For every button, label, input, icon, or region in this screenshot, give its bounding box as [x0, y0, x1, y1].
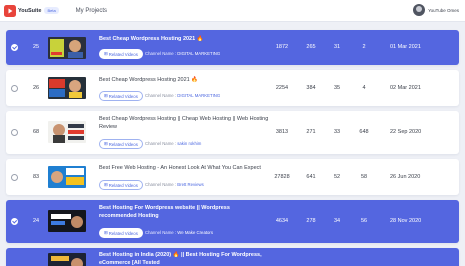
views-count: 3813 [275, 129, 289, 135]
video-title[interactable]: Best Cheap Wordpress Hosting || Cheap We… [99, 115, 269, 131]
video-thumbnail[interactable] [48, 253, 86, 266]
row-index: 26 [32, 85, 40, 91]
row-checkbox[interactable] [11, 129, 18, 136]
row-checkbox[interactable] [11, 218, 18, 225]
video-title[interactable]: Best Cheap Wordpress Hosting 2021 🔥 [99, 35, 269, 43]
avatar [413, 4, 426, 16]
views-count: 27828 [274, 174, 290, 180]
row-index: 83 [32, 174, 40, 180]
video-title[interactable]: Best Hosting For Wordpress website || Wo… [99, 204, 269, 220]
related-videos-icon: ⊞ [104, 93, 108, 98]
app-logo[interactable]: YouSuite Beta [4, 4, 59, 17]
publish-date: 26 Jun 2020 [390, 174, 421, 180]
comments-count: 2 [362, 44, 366, 50]
related-videos-button[interactable]: ⊞ Related Videos [99, 49, 143, 59]
table-row[interactable]: 24 Best Hosting For Wordpress website ||… [6, 200, 459, 243]
comments-count: 56 [360, 218, 368, 224]
video-thumbnail[interactable] [48, 77, 86, 99]
related-videos-icon: ⊞ [104, 230, 108, 235]
likes-count: 278 [306, 218, 316, 224]
related-videos-button[interactable]: ⊞ Related Videos [99, 139, 143, 149]
channel-label: Channel Name : [145, 141, 177, 146]
row-checkbox[interactable] [11, 85, 18, 92]
related-videos-label: Related Videos [108, 93, 138, 99]
video-thumbnail[interactable] [48, 166, 86, 188]
channel-label: Channel Name : [145, 230, 177, 235]
row-checkbox[interactable] [11, 44, 18, 51]
related-videos-label: Related Videos [108, 182, 138, 188]
channel-info: Channel Name : DIGITAL MARKETING [145, 93, 220, 98]
dislikes-count: 52 [333, 174, 341, 180]
publish-date: 01 Mar 2021 [390, 44, 421, 50]
dislikes-count: 34 [333, 218, 341, 224]
dislikes-count: 33 [333, 129, 341, 135]
channel-label: Channel Name : [145, 182, 177, 187]
dislikes-count: 31 [333, 44, 341, 50]
channel-info: Channel Name : Brett Reviews [145, 182, 204, 187]
comments-count: 4 [362, 85, 366, 91]
channel-label: Channel Name : [145, 51, 177, 56]
views-count: 1872 [275, 44, 289, 50]
user-name: YouTube Omes [428, 7, 459, 13]
related-videos-button[interactable]: ⊞ Related Videos [99, 91, 143, 101]
comments-count: 58 [360, 174, 368, 180]
publish-date: 22 Sep 2020 [390, 129, 422, 135]
channel-name[interactable]: We Make Creators [177, 230, 213, 235]
table-row[interactable]: 25 Best Cheap Wordpress Hosting 2021 🔥 ⊞… [6, 30, 459, 65]
channel-name[interactable]: DIGITAL MARKETING [177, 51, 220, 56]
dislikes-count: 35 [333, 85, 341, 91]
likes-count: 271 [306, 129, 316, 135]
video-title[interactable]: Best Free Web Hosting - An Honest Look A… [99, 164, 269, 172]
row-index: 24 [32, 218, 40, 224]
channel-info: Channel Name : DIGITAL MARKETING [145, 51, 220, 56]
video-title[interactable]: Best Hosting in India (2020) 🔥 || Best H… [99, 251, 279, 266]
row-index: 25 [32, 44, 40, 50]
logo-icon [4, 4, 16, 17]
table-row[interactable]: 26 Best Cheap Wordpress Hosting 2021 🔥 ⊞… [6, 70, 459, 106]
table-row[interactable]: 68 Best Cheap Wordpress Hosting || Cheap… [6, 111, 459, 154]
likes-count: 265 [306, 44, 316, 50]
channel-label: Channel Name : [145, 93, 177, 98]
video-thumbnail[interactable] [48, 210, 86, 232]
video-thumbnail[interactable] [48, 121, 86, 143]
video-thumbnail[interactable] [48, 37, 86, 59]
related-videos-button[interactable]: ⊞ Related Videos [99, 180, 143, 190]
top-bar: YouSuite Beta My Projects YouTube Omes [0, 0, 465, 22]
nav-my-projects[interactable]: My Projects [76, 8, 107, 14]
publish-date: 28 Nov 2020 [390, 218, 422, 224]
channel-name[interactable]: sakin rokhim [177, 141, 201, 146]
publish-date: 02 Mar 2021 [390, 85, 421, 91]
video-title[interactable]: Best Cheap Wordpress Hosting 2021 🔥 [99, 76, 269, 84]
row-index: 68 [32, 129, 40, 135]
related-videos-icon: ⊞ [104, 51, 108, 56]
logo-text: YouSuite [18, 7, 42, 14]
views-count: 2254 [275, 85, 289, 91]
table-row[interactable]: Best Hosting in India (2020) 🔥 || Best H… [6, 248, 459, 266]
channel-name[interactable]: DIGITAL MARKETING [177, 93, 220, 98]
related-videos-icon: ⊞ [104, 182, 108, 187]
related-videos-label: Related Videos [108, 230, 138, 236]
channel-name[interactable]: Brett Reviews [177, 182, 204, 187]
likes-count: 384 [306, 85, 316, 91]
table-row[interactable]: 83 Best Free Web Hosting - An Honest Loo… [6, 159, 459, 195]
related-videos-icon: ⊞ [104, 141, 108, 146]
related-videos-button[interactable]: ⊞ Related Videos [99, 228, 143, 238]
channel-info: Channel Name : We Make Creators [145, 230, 213, 235]
related-videos-label: Related Videos [108, 51, 138, 57]
comments-count: 648 [359, 129, 369, 135]
beta-badge: Beta [44, 7, 59, 14]
related-videos-label: Related Videos [108, 141, 138, 147]
channel-info: Channel Name : sakin rokhim [145, 141, 201, 146]
views-count: 4634 [275, 218, 289, 224]
user-menu[interactable]: YouTube Omes [413, 4, 459, 16]
likes-count: 641 [306, 174, 316, 180]
row-checkbox[interactable] [11, 174, 18, 181]
